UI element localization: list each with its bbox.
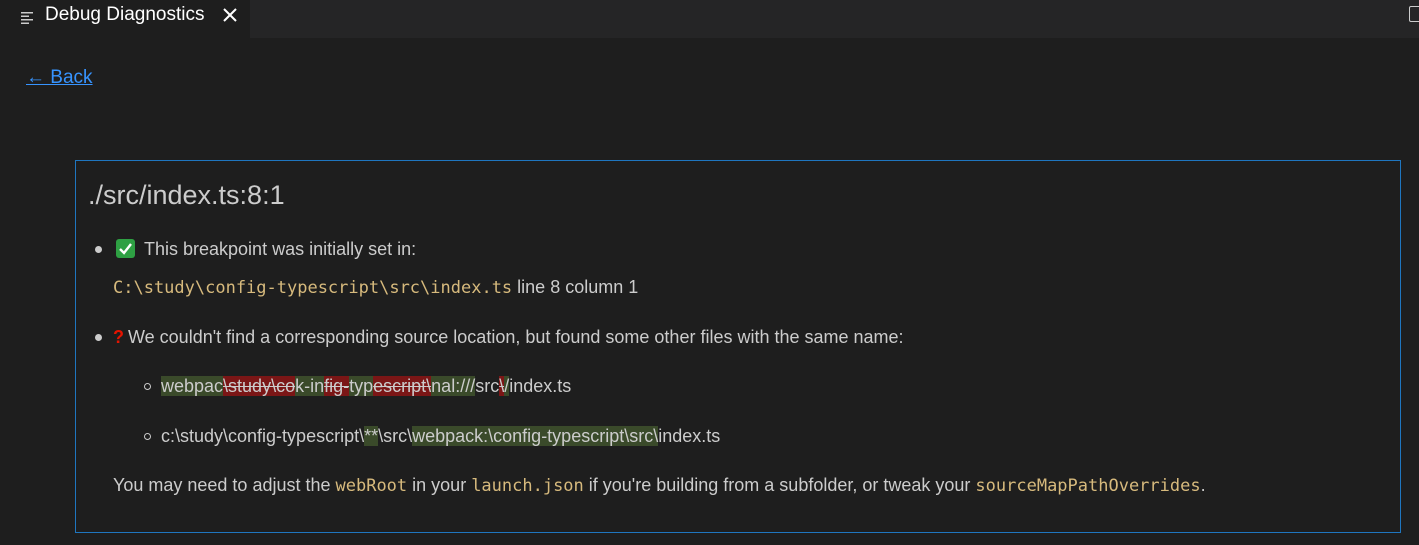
hint-mid2: if you're building from a subfolder, or … (583, 475, 976, 495)
path-segment-ins: typ (349, 376, 374, 396)
webroot-setting: webRoot (335, 476, 408, 496)
other-files-item: ? We couldn't find a corresponding source… (113, 325, 904, 349)
path-segment-ins: ** (364, 426, 379, 446)
preview-icon (20, 11, 34, 25)
close-icon[interactable] (221, 6, 239, 24)
breakpoint-path: C:\study\config-typescript\src\index.ts (113, 278, 513, 298)
path-segment-plain: src (475, 376, 500, 396)
list-bullet (95, 246, 102, 253)
path-segment-ins: config-typescript (493, 426, 625, 446)
tab-title: Debug Diagnostics (45, 4, 205, 25)
tab-debug-diagnostics[interactable]: Debug Diagnostics (0, 0, 250, 38)
path-segment-del: \study\co (223, 376, 296, 396)
hint-mid1: in your (407, 475, 472, 495)
path-segment-plain: index.ts (509, 376, 572, 396)
check-mark-icon (116, 239, 135, 258)
question-mark-icon: ? (113, 327, 124, 347)
candidate-file-1[interactable]: webpac\study\cok-infig-typescript\nal://… (161, 374, 571, 398)
list-bullet (144, 433, 151, 440)
source-map-overrides-setting: sourceMapPathOverrides (975, 476, 1201, 496)
diagnostics-panel: ./src/index.ts:8:1 This breakpoint was i… (75, 160, 1401, 533)
breakpoint-line-column: line 8 column 1 (512, 277, 639, 297)
path-segment-plain: index.ts (658, 426, 721, 446)
list-bullet (144, 383, 151, 390)
list-bullet (95, 334, 102, 341)
hint-post: . (1200, 475, 1206, 495)
candidate-file-2[interactable]: c:\study\config-typescript\**\src\webpac… (161, 424, 720, 448)
path-segment-del: escript (373, 376, 427, 396)
tab-bar: Debug Diagnostics (0, 0, 1419, 38)
hint-pre: You may need to adjust the (113, 475, 336, 495)
path-segment-ins: \src\ (624, 426, 659, 446)
back-link[interactable]: ← Back (26, 66, 93, 90)
launch-json-file: launch.json (471, 476, 584, 496)
breakpoint-set-text: This breakpoint was initially set in: (144, 239, 417, 259)
path-segment-del: fig- (324, 376, 350, 396)
breakpoint-location: C:\study\config-typescript\src\index.ts … (113, 275, 638, 300)
panel-title: ./src/index.ts:8:1 (88, 180, 285, 210)
other-files-text: We couldn't find a corresponding source … (128, 327, 904, 347)
path-segment-ins: nal:/// (431, 376, 476, 396)
hint-text: You may need to adjust the webRoot in yo… (113, 473, 1206, 498)
path-segment-ins: webpack:\ (412, 426, 494, 446)
path-segment-plain: \src\ (378, 426, 413, 446)
path-segment-ins: webpac (161, 376, 224, 396)
path-segment-plain: c:\study\config-typescript\ (161, 426, 365, 446)
breakpoint-set-item: This breakpoint was initially set in: (116, 237, 416, 261)
path-segment-ins: k-in (295, 376, 325, 396)
split-editor-icon[interactable] (1409, 6, 1419, 22)
